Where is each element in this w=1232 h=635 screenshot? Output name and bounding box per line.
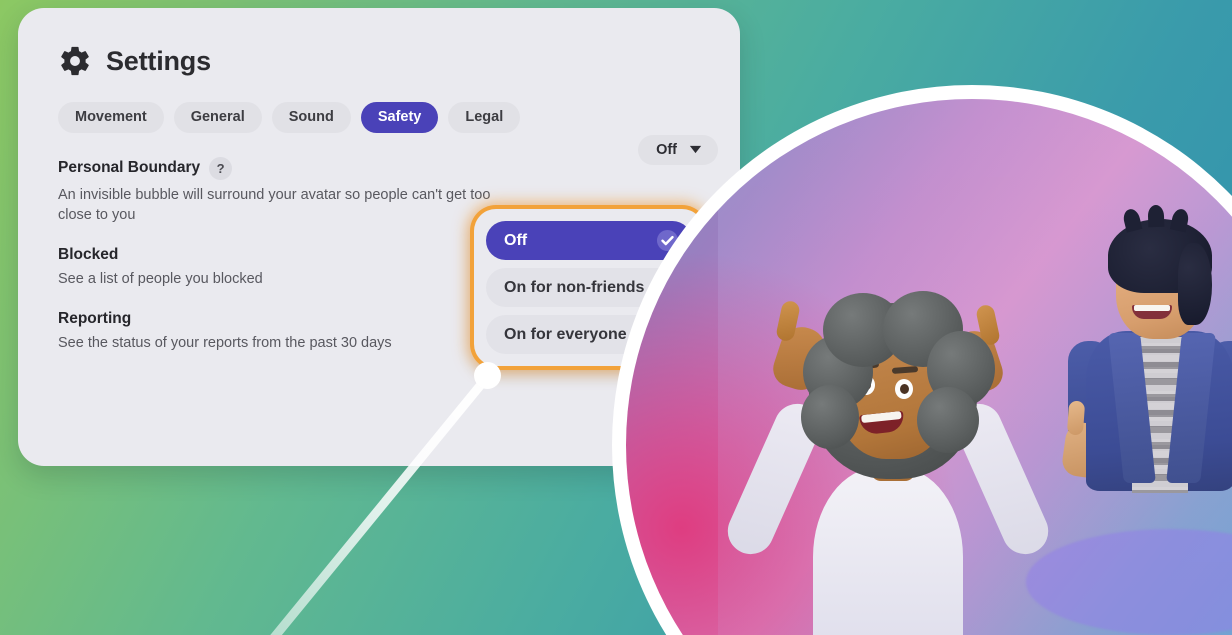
setting-desc-personal-boundary: An invisible bubble will surround your a… [58,186,491,223]
tab-movement[interactable]: Movement [58,102,164,133]
chevron-down-icon [689,146,702,154]
male-teeth [1134,305,1170,311]
setting-desc-blocked: See a list of people you blocked [58,270,263,287]
tab-general[interactable]: General [173,102,262,133]
avatar-female [720,279,1056,635]
female-hair-puff [917,387,979,453]
male-mouth [1132,305,1172,319]
setting-title-reporting: Reporting [58,309,132,327]
tab-legal[interactable]: Legal [448,102,521,133]
female-eye-right [895,379,913,399]
tab-bar: Movement General Sound Safety Legal [18,102,740,133]
callout-anchor-dot [474,362,501,389]
card-header: Settings [18,38,740,84]
male-thumb-left [1066,400,1086,436]
dropdown-trigger-value: Off [656,141,677,158]
tab-sound[interactable]: Sound [271,102,351,133]
setting-desc-reporting: See the status of your reports from the … [58,334,392,351]
screenshot-stage: Settings Movement General Sound Safety L… [0,0,1232,635]
setting-title-line: Personal Boundary ? [58,156,700,180]
dropdown-option-label: Off [504,231,528,249]
dropdown-option-label: On for everyone [504,325,627,343]
male-hair-spike [1147,204,1165,228]
personal-boundary-dropdown-trigger[interactable]: Off [638,134,718,165]
dropdown-option-label: On for non-friends [504,278,645,296]
female-torso [813,467,963,635]
male-hair-spike [1121,207,1143,233]
gear-icon [61,46,89,76]
setting-title-blocked: Blocked [58,245,119,263]
tab-safety[interactable]: Safety [360,102,439,133]
page-title: Settings [106,45,211,76]
boundary-floor-ellipse-right [1026,529,1232,635]
male-hair-spike [1169,207,1191,233]
avatar-male [1024,191,1232,511]
female-hair-puff [801,385,859,449]
dropdown-option-off[interactable]: Off [486,221,692,260]
setting-title-personal-boundary: Personal Boundary [58,159,201,176]
help-question-icon[interactable]: ? [209,156,233,180]
male-hair [1108,204,1212,325]
